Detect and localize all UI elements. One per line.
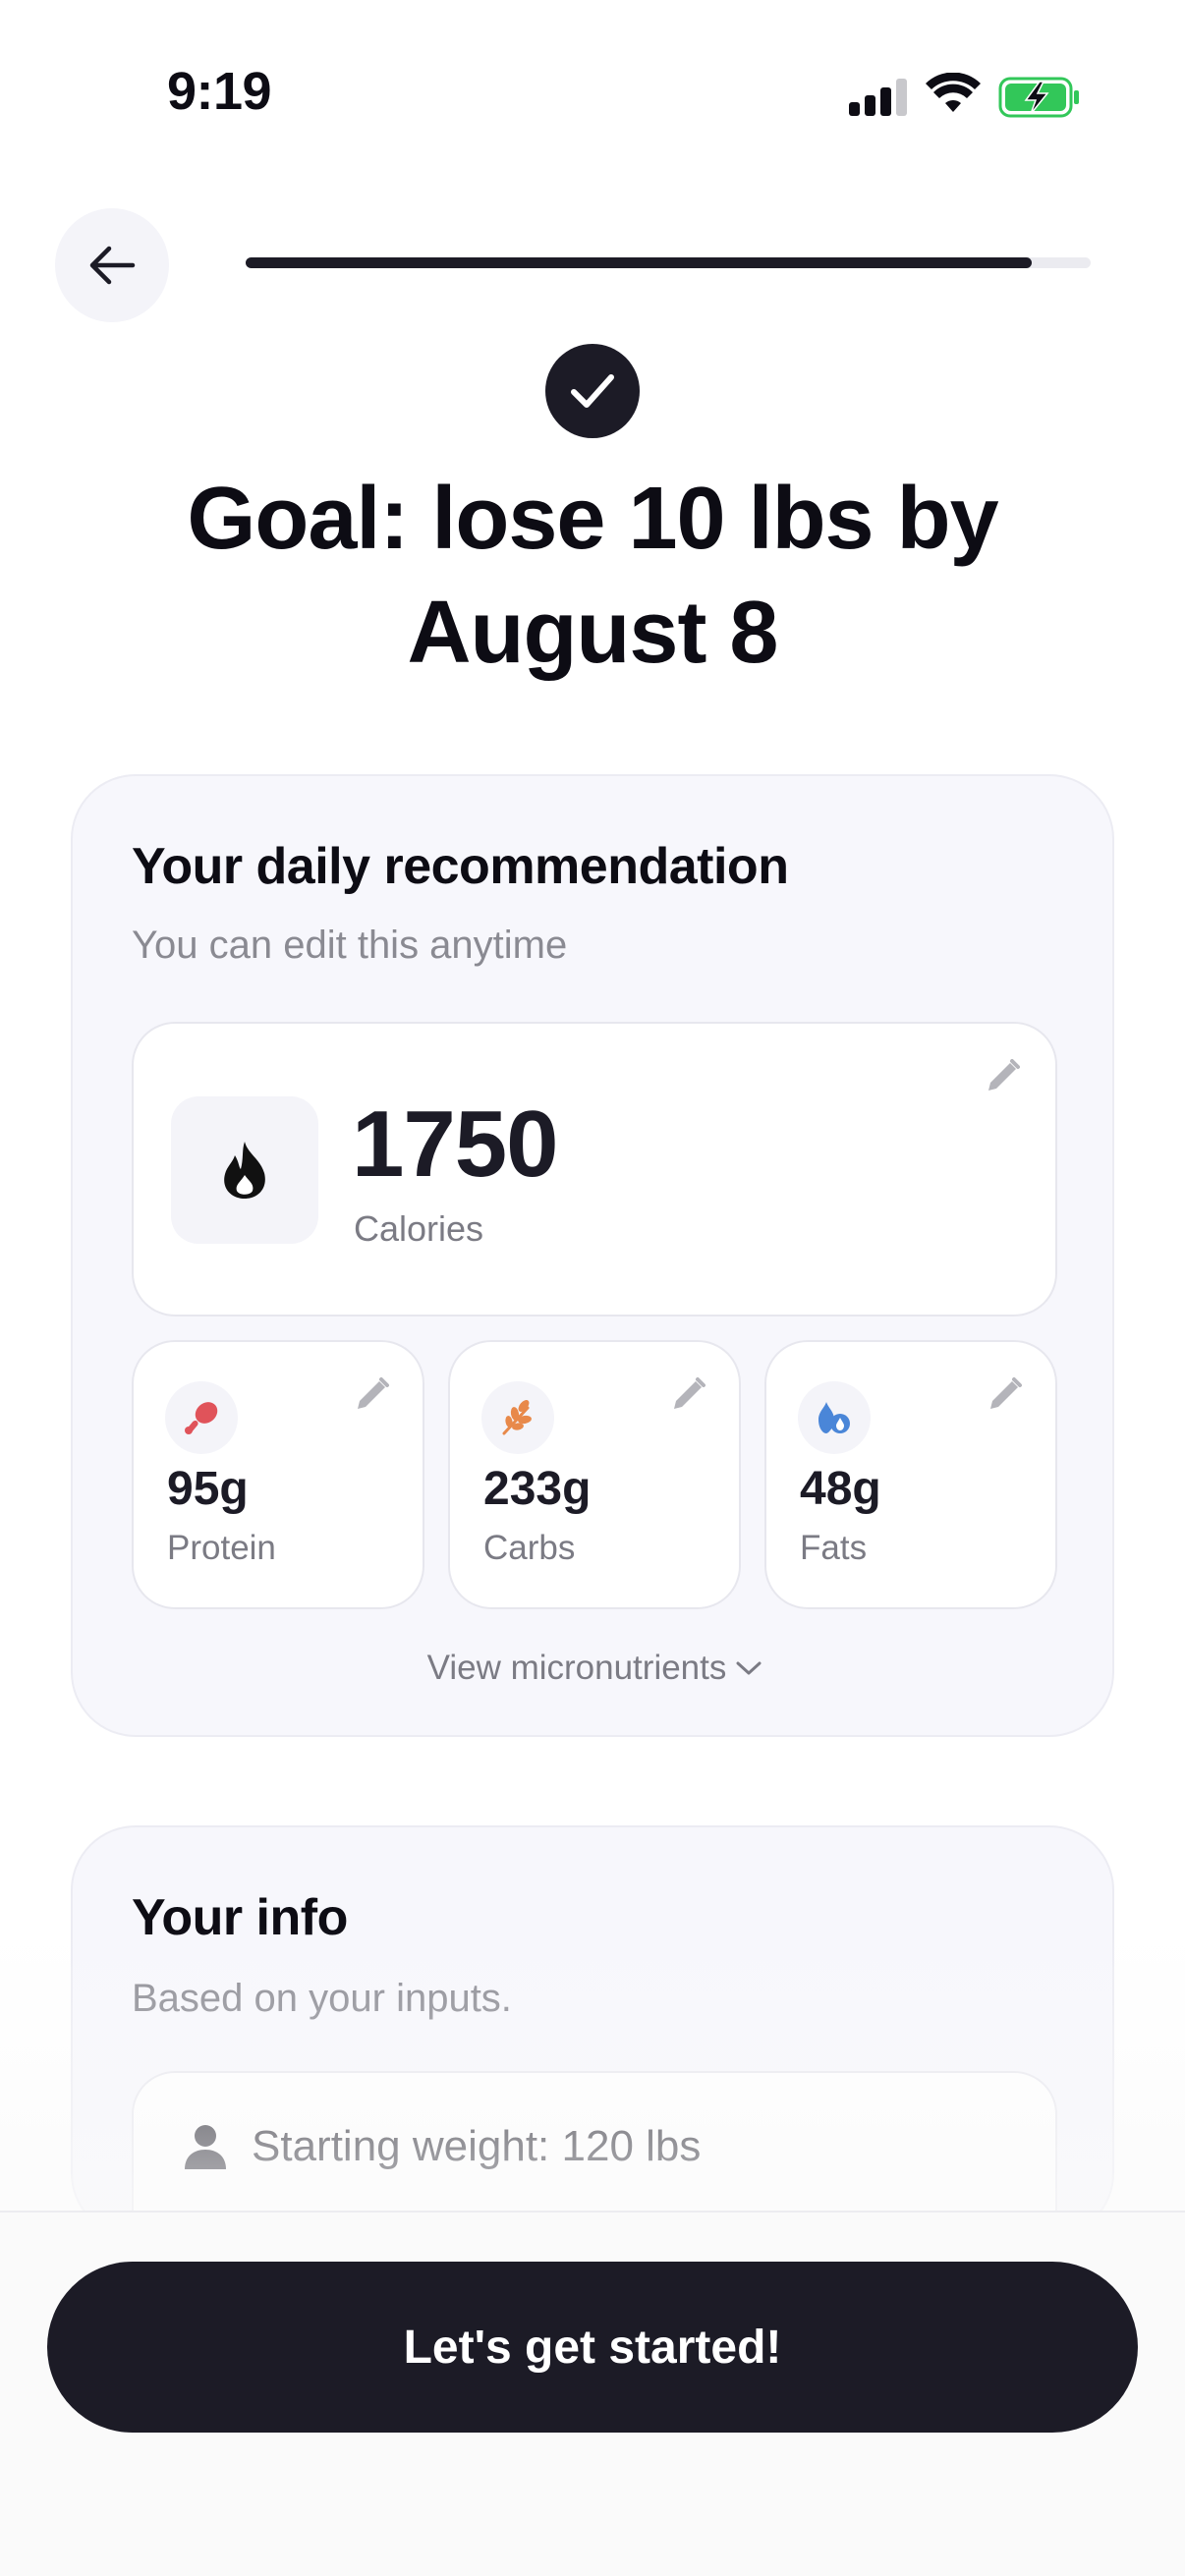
- recommendation-title: Your daily recommendation: [132, 838, 789, 895]
- battery-charging-icon: [998, 77, 1079, 118]
- cellular-signal-icon: [849, 79, 908, 116]
- bottom-action-bar: Let's get started!: [0, 2211, 1185, 2576]
- carbs-card[interactable]: 233g Carbs: [448, 1340, 741, 1609]
- protein-value: 95g: [167, 1463, 249, 1515]
- arrow-left-icon: [89, 246, 136, 285]
- chevron-down-icon: [736, 1661, 762, 1675]
- carbs-icon-box: [481, 1381, 554, 1454]
- progress-fill: [246, 257, 1032, 268]
- recommendation-subtitle: You can edit this anytime: [132, 924, 568, 967]
- pencil-icon[interactable]: [983, 1057, 1022, 1096]
- calories-icon-box: [171, 1096, 318, 1244]
- info-title: Your info: [132, 1889, 348, 1946]
- get-started-button[interactable]: Let's get started!: [47, 2262, 1138, 2433]
- starting-weight-text: Starting weight: 120 lbs: [252, 2122, 702, 2170]
- protein-card[interactable]: 95g Protein: [132, 1340, 424, 1609]
- status-time: 9:19: [167, 62, 272, 121]
- carbs-value: 233g: [483, 1463, 592, 1515]
- fats-card[interactable]: 48g Fats: [764, 1340, 1057, 1609]
- status-bar: 9:19: [0, 0, 1185, 187]
- flame-icon: [224, 1142, 265, 1199]
- fats-value: 48g: [800, 1463, 881, 1515]
- protein-label: Protein: [167, 1529, 276, 1567]
- pencil-icon[interactable]: [668, 1375, 707, 1415]
- onboarding-progress-bar: [246, 257, 1091, 268]
- back-button[interactable]: [55, 208, 169, 322]
- person-icon: [185, 2125, 226, 2169]
- checkmark-icon: [571, 374, 614, 408]
- your-info-card: Your info Based on your inputs. Starting…: [71, 1825, 1114, 2238]
- goal-title: Goal: lose 10 lbs by August 8: [187, 470, 998, 682]
- fats-label: Fats: [800, 1529, 868, 1567]
- pencil-icon[interactable]: [985, 1375, 1024, 1415]
- drumstick-icon: [185, 1402, 218, 1434]
- success-badge: [545, 344, 640, 438]
- carbs-label: Carbs: [483, 1529, 576, 1567]
- fats-icon-box: [798, 1381, 871, 1454]
- pencil-icon[interactable]: [352, 1375, 391, 1415]
- calories-card[interactable]: 1750 Calories: [132, 1022, 1057, 1316]
- wheat-icon: [502, 1400, 532, 1435]
- view-micronutrients-link[interactable]: View micronutrients: [73, 1649, 1116, 1688]
- daily-recommendation-card: Your daily recommendation You can edit t…: [71, 774, 1114, 1737]
- info-subtitle: Based on your inputs.: [132, 1977, 512, 2020]
- calories-label: Calories: [354, 1208, 484, 1249]
- calories-value: 1750: [352, 1092, 559, 1197]
- oil-drop-icon: [818, 1402, 850, 1433]
- view-micronutrients-label: View micronutrients: [426, 1649, 727, 1687]
- protein-icon-box: [165, 1381, 238, 1454]
- wifi-icon: [926, 73, 981, 112]
